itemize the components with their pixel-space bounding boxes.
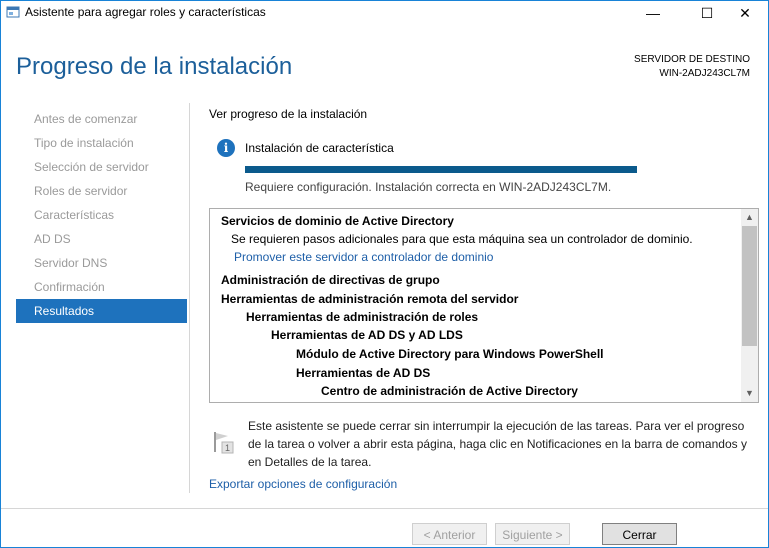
result-line: Servicios de dominio de Active Directory [221,214,454,228]
scroll-down-icon[interactable]: ▼ [741,385,758,402]
destination-server: SERVIDOR DE DESTINO WIN-2ADJ243CL7M [634,53,750,81]
scroll-thumb[interactable] [742,226,757,346]
nav-item-features[interactable]: Características [16,203,187,227]
install-status: Requiere configuración. Instalación corr… [245,180,612,194]
close-button[interactable]: Cerrar [602,523,677,545]
nav-item-install-type[interactable]: Tipo de instalación [16,131,187,155]
scroll-up-icon[interactable]: ▲ [741,209,758,226]
window-title: Asistente para agregar roles y caracterí… [25,5,266,19]
nav-item-confirmation[interactable]: Confirmación [16,275,187,299]
result-line: Administración de directivas de grupo [221,273,440,287]
wizard-nav: Antes de comenzar Tipo de instalación Se… [16,107,187,323]
wizard-window: Asistente para agregar roles y caracterí… [0,0,769,548]
server-label: SERVIDOR DE DESTINO [634,54,750,65]
result-line: Herramientas de administración remota de… [221,292,519,306]
nav-divider [189,103,190,493]
result-line: Módulo de Active Directory para Windows … [296,347,604,361]
close-window-button[interactable]: ✕ [722,1,768,25]
results-scrollbar[interactable]: ▲ ▼ [741,209,758,402]
export-config-link[interactable]: Exportar opciones de configuración [209,477,397,491]
result-line: Se requieren pasos adicionales para que … [231,232,693,246]
flag-notification-icon: 1 [214,432,234,454]
result-line: Herramientas de administración de roles [246,310,479,324]
nav-item-server-selection[interactable]: Selección de servidor [16,155,187,179]
note-badge: 1 [225,443,230,453]
minimize-button[interactable]: — [630,1,676,25]
install-progress-bar [245,166,637,173]
title-bar[interactable]: Asistente para agregar roles y caracterí… [1,1,768,25]
page-title: Progreso de la instalación [16,53,293,80]
back-button[interactable]: < Anterior [412,523,487,545]
nav-item-results[interactable]: Resultados [16,299,187,323]
promote-dc-link[interactable]: Promover este servidor a controlador de … [234,250,493,264]
nav-item-ad-ds[interactable]: AD DS [16,227,187,251]
footer-divider [1,508,768,509]
install-label: Instalación de característica [245,141,394,155]
next-button[interactable]: Siguiente > [495,523,570,545]
nav-item-dns-server[interactable]: Servidor DNS [16,251,187,275]
nav-item-before-start[interactable]: Antes de comenzar [16,107,187,131]
result-line: Herramientas de AD DS [296,366,431,380]
result-line: Herramientas de AD DS y AD LDS [271,328,463,342]
results-list[interactable]: Servicios de dominio de Active Directory… [209,208,759,403]
progress-fill [245,166,637,173]
result-line: Centro de administración de Active Direc… [321,384,578,398]
server-name: WIN-2ADJ243CL7M [659,68,750,79]
view-progress-label: Ver progreso de la instalación [209,107,368,121]
info-icon: i [217,139,235,157]
wizard-app-icon [6,6,20,18]
note-text: Este asistente se puede cerrar sin inter… [248,419,747,469]
nav-item-server-roles[interactable]: Roles de servidor [16,179,187,203]
